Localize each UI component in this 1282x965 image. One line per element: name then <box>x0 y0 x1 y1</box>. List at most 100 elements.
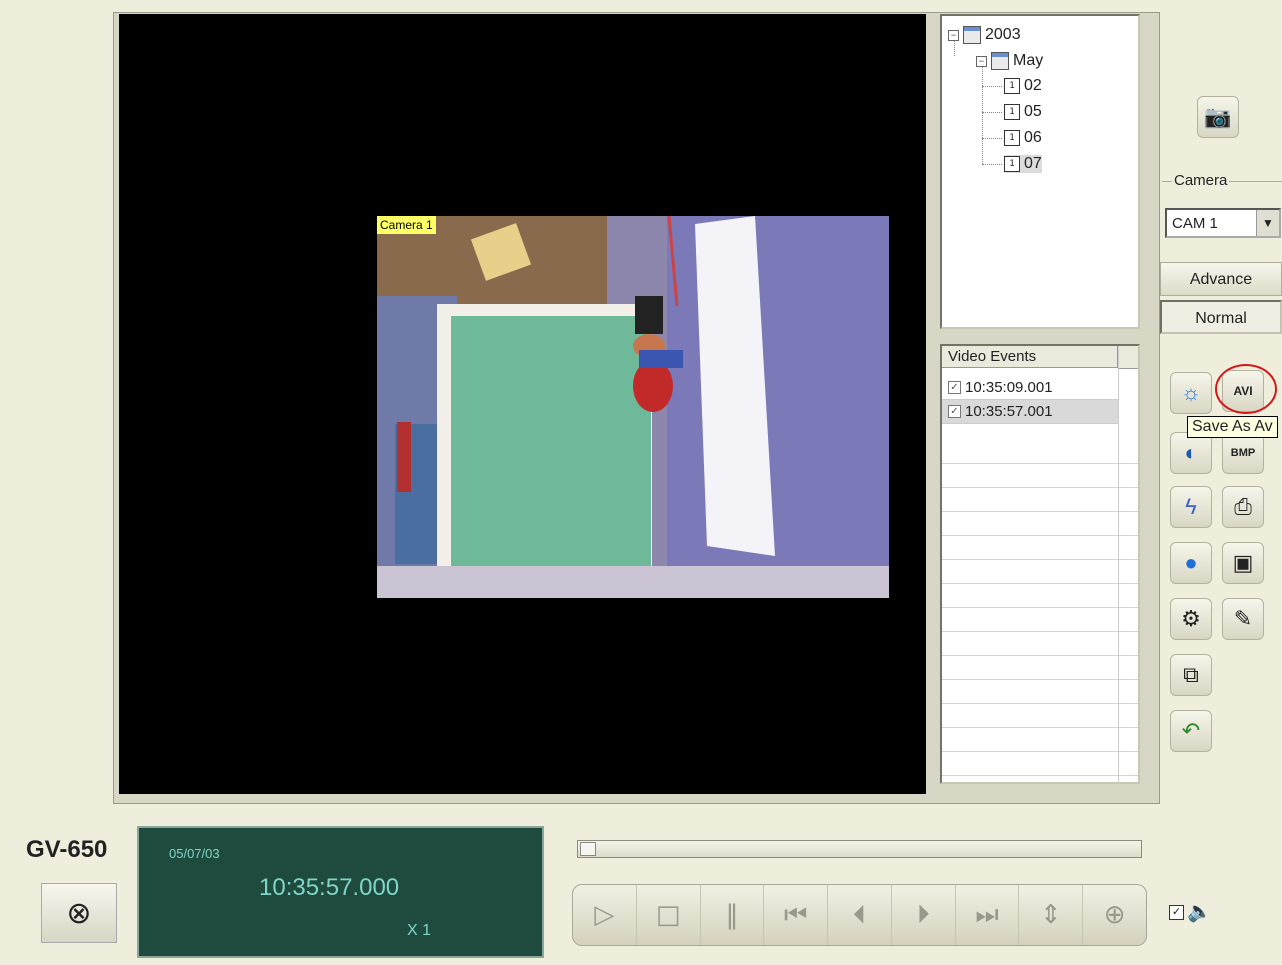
lcd-date: 05/07/03 <box>169 846 220 861</box>
day-icon: 1 <box>1004 78 1020 94</box>
pause-button[interactable]: ‖ <box>701 885 765 945</box>
previous-frame-button[interactable]: ⏴ <box>828 885 892 945</box>
slider-thumb[interactable] <box>580 842 596 856</box>
brightness-button[interactable]: ☼ <box>1170 372 1212 414</box>
skip-back-icon: ⏮ <box>784 899 808 930</box>
printer-icon: ⎙ <box>1234 494 1252 519</box>
zoom-icon: ⊕ <box>1103 900 1126 930</box>
collapse-icon[interactable]: − <box>948 29 959 41</box>
timeline-slider[interactable] <box>577 840 1142 858</box>
last-frame-button[interactable]: ⏭ <box>956 885 1020 945</box>
tree-connector <box>982 112 1002 113</box>
zoom-button[interactable]: ⊕ <box>1083 885 1146 945</box>
edit-icon: ✎ <box>1233 606 1253 631</box>
skip-forward-icon: ⏭ <box>975 899 999 930</box>
speed-button[interactable]: ⇕ <box>1019 885 1084 945</box>
tooltip: Save As Av <box>1187 416 1278 438</box>
pause-icon: ‖ <box>725 900 739 930</box>
next-frame-button[interactable]: ⏵ <box>892 885 956 945</box>
month-folder-icon <box>991 52 1009 70</box>
brightness-icon: ☼ <box>1180 380 1202 405</box>
tree-node-day[interactable]: 1 02 <box>1004 77 1042 95</box>
print-button[interactable]: ⎙ <box>1222 486 1264 528</box>
tree-node-day[interactable]: 1 05 <box>1004 103 1042 121</box>
tree-connector <box>982 86 1002 87</box>
tree-connector <box>982 138 1002 139</box>
advance-button[interactable]: Advance <box>1160 262 1282 296</box>
up-down-icon: ⇕ <box>1039 900 1062 930</box>
contrast-button[interactable]: ◐ <box>1170 432 1212 474</box>
video-events-list[interactable]: Video Events ✓ 10:35:09.001 ✓ 10:35:57.0… <box>940 344 1140 784</box>
tree-node-day[interactable]: 1 06 <box>1004 129 1042 147</box>
contrast-icon: ◐ <box>1184 440 1198 465</box>
lcd-display: 05/07/03 10:35:57.000 X 1 <box>137 826 544 958</box>
tree-day-label: 06 <box>1024 129 1042 146</box>
camera-select[interactable]: CAM 1 ▼ <box>1165 208 1281 238</box>
info-button[interactable]: ● <box>1170 542 1212 584</box>
day-icon: 1 <box>1004 130 1020 146</box>
play-button[interactable]: ▷ <box>573 885 637 945</box>
normal-button[interactable]: Normal <box>1160 300 1282 334</box>
close-icon: ⊗ <box>66 897 92 930</box>
day-icon: 1 <box>1004 104 1020 120</box>
tree-day-label: 07 <box>1024 155 1042 172</box>
tree-connector <box>982 164 1002 165</box>
calendar-icon <box>963 26 981 44</box>
camera-image <box>377 216 889 598</box>
camera-label: Camera 1 <box>377 216 436 234</box>
camera-feed: Camera 1 <box>377 216 889 598</box>
camera-icon: 📷 <box>1204 104 1232 129</box>
undo-icon: ↶ <box>1181 718 1201 743</box>
transport-controls: ▷ □ ‖ ⏮ ⏴ ⏵ ⏭ ⇕ ⊕ <box>572 884 1147 946</box>
model-label: GV-650 <box>26 836 108 863</box>
tree-month-label: May <box>1013 52 1044 69</box>
stop-button[interactable]: □ <box>637 885 701 945</box>
day-icon: 1 <box>1004 156 1020 172</box>
snapshot-button[interactable]: ▣ <box>1222 542 1264 584</box>
events-header-filler <box>1118 346 1138 369</box>
video-viewport[interactable]: Camera 1 <box>119 14 926 794</box>
column-divider <box>1118 346 1119 782</box>
copy-button[interactable]: ⧉ <box>1170 654 1212 696</box>
tree-day-label: 02 <box>1024 77 1042 94</box>
event-row-selected[interactable]: ✓ 10:35:57.001 <box>942 400 1118 424</box>
event-checkbox[interactable]: ✓ <box>948 405 961 418</box>
save-bmp-button[interactable]: BMP <box>1222 432 1264 474</box>
lcd-speed: X 1 <box>407 922 432 939</box>
event-time: 10:35:09.001 <box>965 379 1053 396</box>
network-button[interactable]: ⚙ <box>1170 598 1212 640</box>
edit-button[interactable]: ✎ <box>1222 598 1264 640</box>
speaker-icon[interactable]: 🔈 <box>1187 899 1212 924</box>
events-header[interactable]: Video Events <box>942 346 1118 368</box>
tree-node-day-selected[interactable]: 1 07 <box>1004 155 1042 173</box>
lightning-icon: ϟ <box>1185 494 1197 519</box>
step-back-icon: ⏴ <box>853 899 867 930</box>
collapse-icon[interactable]: − <box>976 55 987 67</box>
event-empty-rows <box>942 440 1138 782</box>
undo-button[interactable]: ↶ <box>1170 710 1212 752</box>
chevron-down-icon[interactable]: ▼ <box>1256 210 1279 236</box>
date-tree[interactable]: − 2003 − May 1 02 1 05 1 06 1 07 <box>940 14 1140 329</box>
event-checkbox[interactable]: ✓ <box>948 381 961 394</box>
camera-select-value: CAM 1 <box>1172 215 1218 232</box>
sharpen-button[interactable]: ϟ <box>1170 486 1212 528</box>
tree-year-label: 2003 <box>985 26 1021 43</box>
tree-node-month[interactable]: − May <box>976 52 1043 70</box>
camera-settings-button[interactable]: 📷 <box>1197 96 1239 138</box>
network-icon: ⚙ <box>1181 606 1201 631</box>
tree-node-year[interactable]: − 2003 <box>948 26 1021 44</box>
play-icon: ▷ <box>594 900 615 930</box>
stop-icon: □ <box>655 900 681 930</box>
photo-icon: ▣ <box>1232 550 1254 575</box>
audio-checkbox[interactable]: ✓ <box>1169 905 1184 920</box>
highlight-ring <box>1215 364 1277 414</box>
exit-button[interactable]: ⊗ <box>41 883 117 943</box>
event-row[interactable]: ✓ 10:35:09.001 <box>942 376 1118 400</box>
tree-day-label: 05 <box>1024 103 1042 120</box>
first-frame-button[interactable]: ⏮ <box>764 885 829 945</box>
camera-group: Camera CAM 1 ▼ <box>1162 164 1282 246</box>
copy-icon: ⧉ <box>1183 662 1199 687</box>
tree-connector <box>982 64 983 164</box>
lcd-time: 10:35:57.000 <box>259 874 400 901</box>
save-bmp-icon: BMP <box>1230 447 1256 459</box>
